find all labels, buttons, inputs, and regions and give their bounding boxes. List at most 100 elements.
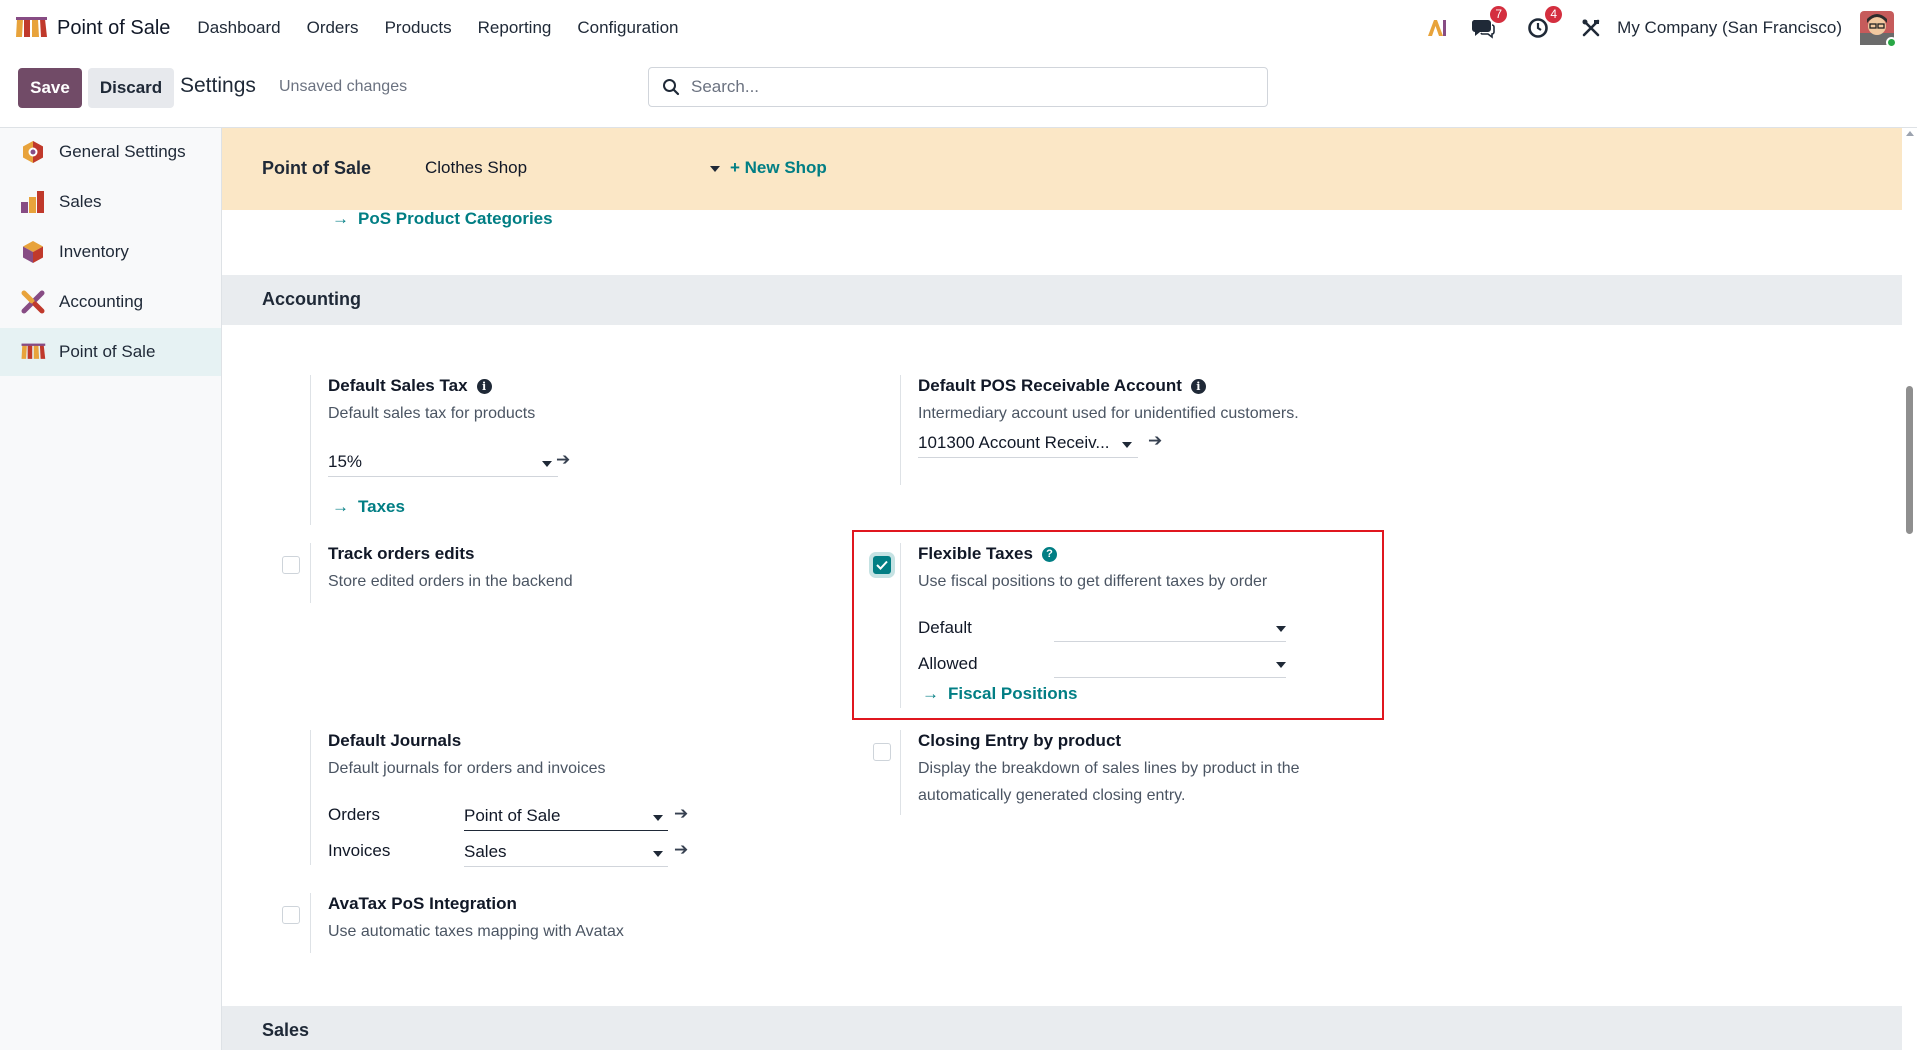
info-icon[interactable]: i xyxy=(476,378,492,394)
open-record-arrow-icon[interactable]: ➔ xyxy=(556,450,570,470)
section-accounting: Accounting xyxy=(222,275,1902,325)
settings-sidebar: General Settings Sales Inventory Account… xyxy=(0,128,222,1050)
journal-orders-label: Orders xyxy=(328,805,380,824)
ai-icon[interactable] xyxy=(1425,16,1449,40)
scroll-up-arrow-icon[interactable] xyxy=(1906,131,1914,136)
sidebar-item-point-of-sale[interactable]: Point of Sale xyxy=(0,328,221,376)
new-shop-button[interactable]: + New Shop xyxy=(730,158,827,178)
chevron-down-icon xyxy=(710,166,720,172)
setting-divider xyxy=(310,375,311,525)
menu-reporting[interactable]: Reporting xyxy=(465,0,565,56)
search-input[interactable] xyxy=(691,77,1231,97)
odoo-settings-icon xyxy=(20,139,46,165)
app-brand[interactable]: Point of Sale xyxy=(14,0,170,56)
track-orders-desc: Store edited orders in the backend xyxy=(328,573,573,590)
menu-products[interactable]: Products xyxy=(372,0,465,56)
avatax-desc: Use automatic taxes mapping with Avatax xyxy=(328,923,624,940)
chevron-down-icon xyxy=(653,851,663,857)
setting-divider xyxy=(310,893,311,953)
default-receivable-select[interactable]: 101300 Account Receiv... xyxy=(918,428,1138,458)
sales-chart-icon xyxy=(20,189,46,215)
discard-button[interactable]: Discard xyxy=(88,68,174,108)
search-icon xyxy=(663,79,680,96)
sidebar-item-sales[interactable]: Sales xyxy=(0,178,221,226)
navbar-systray: 7 4 My Company (San Francisco) xyxy=(1425,0,1917,56)
sidebar-item-label: General Settings xyxy=(59,142,186,161)
user-avatar[interactable] xyxy=(1860,11,1897,48)
page-title: Settings xyxy=(180,74,256,97)
sidebar-item-general-settings[interactable]: General Settings xyxy=(0,128,221,176)
tools-icon[interactable] xyxy=(1579,16,1603,40)
sidebar-item-inventory[interactable]: Inventory xyxy=(0,228,221,276)
main-menu: Dashboard Orders Products Reporting Conf… xyxy=(184,0,691,56)
chevron-down-icon xyxy=(1122,442,1132,448)
journal-invoices-select[interactable]: Sales xyxy=(464,837,668,867)
setting-divider xyxy=(310,543,311,603)
sidebar-item-accounting[interactable]: Accounting xyxy=(0,278,221,326)
pos-categories-link[interactable]: → PoS Product Categories xyxy=(332,209,553,229)
online-status-dot xyxy=(1886,37,1897,48)
chevron-down-icon xyxy=(653,815,663,821)
activity-clock-icon[interactable]: 4 xyxy=(1526,6,1563,40)
sidebar-item-label: Point of Sale xyxy=(59,342,156,361)
section-title: Sales xyxy=(262,1020,310,1040)
default-sales-tax-desc: Default sales tax for products xyxy=(328,405,536,422)
setting-divider xyxy=(900,730,901,815)
sidebar-item-label: Inventory xyxy=(59,242,129,261)
default-sales-tax-select[interactable]: 15% xyxy=(328,447,558,477)
sidebar-item-label: Accounting xyxy=(59,292,144,311)
journal-orders-select[interactable]: Point of Sale xyxy=(464,801,668,831)
journal-invoices-label: Invoices xyxy=(328,841,391,860)
top-navbar: Point of Sale Dashboard Orders Products … xyxy=(0,0,1917,56)
search-box xyxy=(648,67,1268,107)
save-button[interactable]: Save xyxy=(18,68,82,108)
shop-select[interactable]: Clothes Shop xyxy=(425,152,720,186)
open-record-arrow-icon[interactable]: ➔ xyxy=(1148,431,1162,451)
settings-content: Point of Sale Clothes Shop + New Shop → … xyxy=(222,128,1902,1050)
default-journals-desc: Default journals for orders and invoices xyxy=(328,760,606,777)
default-receivable-desc: Intermediary account used for unidentifi… xyxy=(918,405,1299,422)
shop-bar-label: Point of Sale xyxy=(262,158,372,178)
arrow-right-icon: → xyxy=(332,497,349,516)
messages-icon[interactable]: 7 xyxy=(1471,6,1508,40)
open-record-arrow-icon[interactable]: ➔ xyxy=(674,804,688,824)
info-icon[interactable]: i xyxy=(1190,378,1206,394)
default-sales-tax-title: Default Sales Tax i xyxy=(328,376,492,396)
annotation-highlight-box xyxy=(852,530,1384,720)
closing-entry-checkbox[interactable] xyxy=(873,743,891,761)
closing-entry-title: Closing Entry by product xyxy=(918,731,1122,750)
arrow-right-icon: → xyxy=(332,209,349,228)
content-scrollbar[interactable] xyxy=(1902,128,1917,1050)
default-receivable-title: Default POS Receivable Account i xyxy=(918,376,1206,396)
pos-shop-icon xyxy=(20,339,46,365)
open-record-arrow-icon[interactable]: ➔ xyxy=(674,840,688,860)
chevron-down-icon xyxy=(542,461,552,467)
pos-app-icon xyxy=(16,17,47,37)
avatax-checkbox[interactable] xyxy=(282,906,300,924)
setting-divider xyxy=(900,375,901,485)
track-orders-checkbox[interactable] xyxy=(282,556,300,574)
company-switcher[interactable]: My Company (San Francisco) xyxy=(1617,18,1842,38)
messages-badge: 7 xyxy=(1490,6,1508,23)
default-journals-title: Default Journals xyxy=(328,731,462,750)
closing-entry-desc-line2: automatically generated closing entry. xyxy=(918,787,1186,804)
shop-selector-bar: Point of Sale Clothes Shop + New Shop xyxy=(222,128,1902,210)
section-title: Accounting xyxy=(262,289,361,309)
menu-dashboard[interactable]: Dashboard xyxy=(184,0,293,56)
closing-entry-desc-line1: Display the breakdown of sales lines by … xyxy=(918,760,1300,777)
sidebar-item-label: Sales xyxy=(59,192,102,211)
unsaved-status: Unsaved changes xyxy=(279,78,408,95)
taxes-link[interactable]: → Taxes xyxy=(332,497,405,517)
scrollbar-thumb[interactable] xyxy=(1906,386,1913,534)
accounting-icon xyxy=(20,289,46,315)
section-sales: Sales xyxy=(222,1006,1902,1050)
setting-divider xyxy=(310,730,311,865)
activities-badge: 4 xyxy=(1545,6,1563,23)
track-orders-title: Track orders edits xyxy=(328,544,475,563)
menu-configuration[interactable]: Configuration xyxy=(564,0,691,56)
control-panel: Save Discard Settings Unsaved changes xyxy=(0,56,1917,128)
menu-orders[interactable]: Orders xyxy=(294,0,372,56)
inventory-box-icon xyxy=(20,239,46,265)
avatax-title: AvaTax PoS Integration xyxy=(328,894,517,913)
app-name: Point of Sale xyxy=(57,16,171,39)
